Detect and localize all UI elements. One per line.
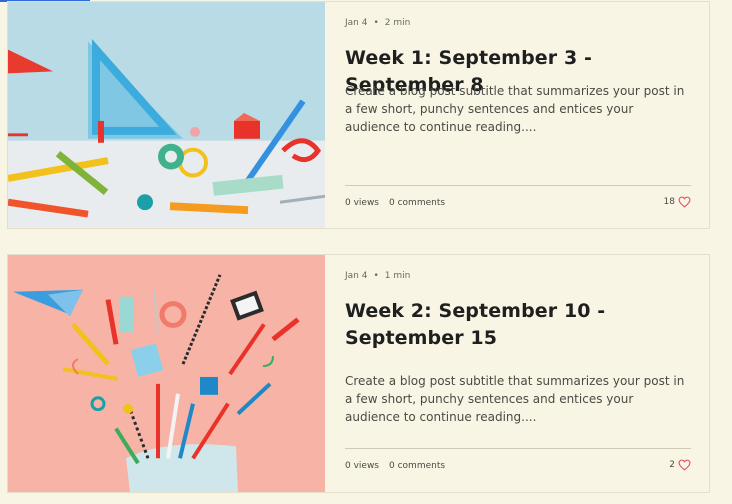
post-comments[interactable]: 0 comments (389, 198, 445, 208)
post-stats: 0 views 0 comments 2 (345, 459, 691, 471)
post-cover-image[interactable] (8, 2, 325, 228)
post-meta: Jan 4 • 2 min (345, 18, 410, 28)
school-supplies-image (8, 255, 325, 492)
post-content: Jan 4 • 2 min Week 1: September 3 - Septem… (345, 2, 691, 228)
heart-icon[interactable] (678, 459, 691, 471)
school-supplies-image (8, 2, 325, 228)
post-cover-image[interactable] (8, 255, 325, 492)
like-count: 18 (663, 197, 675, 207)
post-likes: 2 (669, 459, 691, 471)
post-likes: 18 (664, 196, 691, 208)
post-comments[interactable]: 0 comments (389, 461, 445, 471)
post-divider (345, 448, 691, 449)
meta-separator: • (373, 271, 379, 281)
blog-feed: Jan 4 • 2 min Week 1: September 3 - Septem… (0, 0, 732, 504)
like-count: 2 (669, 460, 675, 470)
post-meta: Jan 4 • 1 min (345, 271, 410, 281)
post-views: 0 views (345, 461, 380, 471)
post-date: Jan 4 (345, 271, 368, 281)
post-read-time: 2 min (384, 18, 411, 28)
heart-icon[interactable] (678, 196, 691, 208)
post-card[interactable]: Jan 4 • 1 min Week 2: September 10 - Septe… (7, 254, 710, 493)
post-excerpt[interactable]: Create a blog post subtitle that summari… (345, 82, 691, 136)
post-divider (345, 185, 691, 186)
post-content: Jan 4 • 1 min Week 2: September 10 - Septe… (345, 255, 691, 492)
post-read-time: 1 min (384, 271, 411, 281)
post-excerpt[interactable]: Create a blog post subtitle that summari… (345, 372, 691, 426)
post-stats: 0 views 0 comments 18 (345, 196, 691, 208)
post-title[interactable]: Week 2: September 10 - September 15 (345, 298, 691, 352)
post-card[interactable]: Jan 4 • 2 min Week 1: September 3 - Septem… (7, 1, 710, 229)
post-views: 0 views (345, 198, 380, 208)
meta-separator: • (373, 18, 379, 28)
post-date: Jan 4 (345, 18, 368, 28)
